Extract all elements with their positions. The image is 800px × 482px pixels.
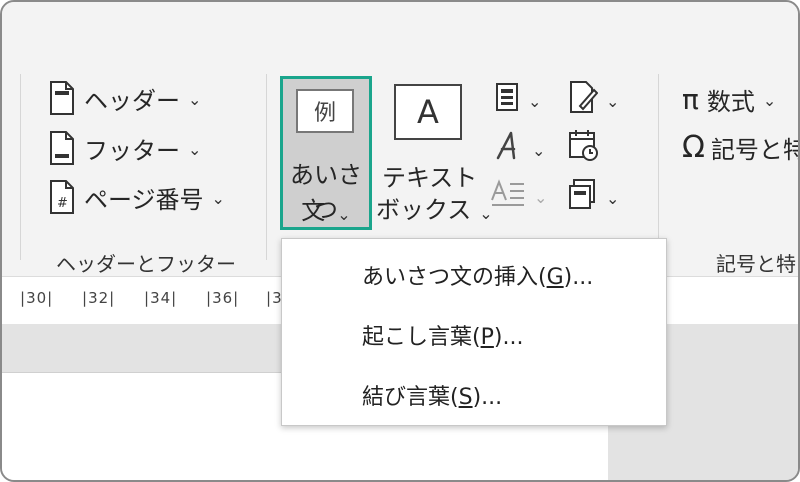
signature-line-button[interactable]: ⌄ bbox=[568, 80, 619, 120]
object-icon bbox=[568, 178, 598, 216]
chevron-down-icon: ⌄ bbox=[606, 91, 620, 111]
textbox-icon: A bbox=[394, 84, 462, 140]
page-number-button[interactable]: # ページ番号 ⌄ bbox=[48, 179, 225, 215]
greeting-dropdown-menu: あいさつ文の挿入(G)... 起こし言葉(P)... 結び言葉(S)... bbox=[281, 238, 667, 426]
textbox-label-line1: テキスト bbox=[382, 164, 478, 192]
drop-cap-icon bbox=[490, 178, 526, 214]
calendar-clock-icon bbox=[568, 128, 600, 168]
quick-parts-button[interactable]: ⌄ bbox=[494, 82, 541, 118]
ruler-tick: |30| bbox=[20, 289, 54, 307]
header-label: ヘッダー bbox=[84, 86, 180, 115]
equation-label: 数式 bbox=[706, 88, 755, 116]
drop-cap-button[interactable]: ⌄ bbox=[490, 178, 547, 214]
window-frame: ヘッダー ⌄ フッター ⌄ # ページ番号 ⌄ ヘッダーとフッター 例 あいさつ… bbox=[0, 0, 800, 482]
quick-parts-icon bbox=[494, 82, 520, 118]
group-label-symbols: 記号と特 bbox=[716, 252, 796, 276]
ribbon: ヘッダー ⌄ フッター ⌄ # ページ番号 ⌄ ヘッダーとフッター 例 あいさつ… bbox=[2, 2, 798, 276]
page-number-label: ページ番号 bbox=[84, 185, 204, 214]
chevron-down-icon: ⌄ bbox=[606, 188, 620, 208]
equation-button[interactable]: π 数式 ⌄ bbox=[682, 82, 776, 117]
omega-icon: Ω bbox=[682, 130, 705, 165]
textbox-label-line2: ボックス bbox=[376, 196, 472, 224]
ruler-tick: |34| bbox=[144, 289, 178, 307]
symbol-button[interactable]: Ω 記号と特 bbox=[682, 130, 800, 165]
object-button[interactable]: ⌄ bbox=[568, 178, 619, 216]
date-time-button[interactable] bbox=[568, 128, 600, 168]
chevron-down-icon: ⌄ bbox=[337, 205, 351, 224]
group-separator bbox=[266, 74, 267, 260]
footer-button[interactable]: フッター ⌄ bbox=[48, 130, 201, 166]
footer-icon bbox=[48, 130, 78, 166]
header-button[interactable]: ヘッダー ⌄ bbox=[48, 80, 201, 116]
symbol-label: 記号と特 bbox=[710, 136, 800, 164]
header-icon bbox=[48, 80, 78, 116]
wordart-icon bbox=[494, 130, 524, 168]
group-label-header-footer: ヘッダーとフッター bbox=[56, 252, 236, 276]
ruler-tick: |32| bbox=[82, 289, 116, 307]
group-separator bbox=[658, 74, 659, 260]
chevron-down-icon: ⌄ bbox=[211, 188, 225, 208]
footer-label: フッター bbox=[84, 136, 180, 165]
chevron-down-icon: ⌄ bbox=[762, 91, 777, 110]
chevron-down-icon: ⌄ bbox=[528, 91, 542, 111]
ruler-tick: |36| bbox=[206, 289, 240, 307]
chevron-down-icon: ⌄ bbox=[534, 187, 548, 207]
greeting-icon: 例 bbox=[296, 89, 354, 133]
wordart-button[interactable]: ⌄ bbox=[494, 130, 545, 168]
svg-text:#: # bbox=[57, 196, 68, 211]
signature-line-icon bbox=[568, 80, 599, 120]
page-number-icon: # bbox=[48, 179, 78, 215]
group-separator bbox=[20, 74, 21, 260]
greeting-label-line2: 文 bbox=[301, 197, 326, 225]
greeting-button[interactable]: 例 あいさつ 文 ⌄ bbox=[280, 76, 372, 230]
menu-item-insert-greeting[interactable]: あいさつ文の挿入(G)... bbox=[362, 259, 593, 291]
menu-item-opening-phrase[interactable]: 起こし言葉(P)... bbox=[362, 319, 523, 351]
chevron-down-icon: ⌄ bbox=[188, 139, 202, 159]
chevron-down-icon: ⌄ bbox=[532, 140, 546, 160]
chevron-down-icon: ⌄ bbox=[188, 89, 202, 109]
menu-item-closing-phrase[interactable]: 結び言葉(S)... bbox=[362, 379, 502, 411]
pi-icon: π bbox=[682, 83, 699, 116]
textbox-button[interactable]: A テキスト ボックス ⌄ bbox=[376, 78, 493, 228]
